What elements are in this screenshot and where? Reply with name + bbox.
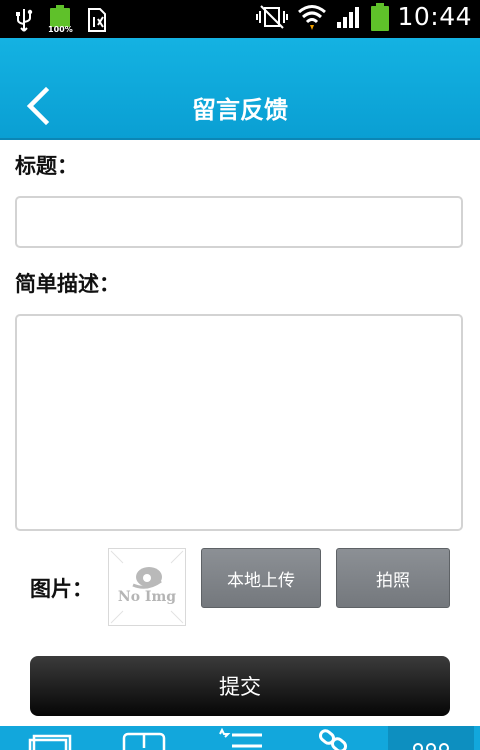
status-bar: 100% 10:44 [0,0,480,38]
usb-icon [16,9,33,32]
no-image-text: No Img [117,589,177,605]
status-time: 10:44 [397,2,472,31]
image-placeholder[interactable]: No Img [108,548,186,626]
title-label: 标题： [15,154,78,178]
status-left-icons: 100% [14,5,108,35]
link-icon[interactable] [314,726,354,750]
upload-local-button[interactable]: 本地上传 [201,548,321,608]
more-icon [413,743,449,750]
battery-icon [371,2,390,31]
cards-icon[interactable] [28,726,72,750]
nfc-vibrate-icon [256,4,289,29]
download-icon[interactable] [122,726,166,750]
status-right-icons: 10:44 [255,2,472,31]
description-textarea[interactable] [15,314,463,531]
sim-icon [88,8,106,32]
app-header: 留言反馈 [0,38,480,140]
bottom-nav [0,726,480,750]
image-label: 图片： [30,577,93,601]
no-image-icon [110,550,184,624]
signal-icon [337,6,360,28]
description-label: 简单描述： [15,272,120,296]
more-tab[interactable] [388,726,474,750]
battery-percent-label: 100% [48,25,73,34]
list-star-icon[interactable] [216,726,264,750]
battery-full-icon: 100% [48,5,73,35]
page-title: 留言反馈 [192,96,288,124]
submit-button[interactable]: 提交 [30,656,450,716]
take-photo-button[interactable]: 拍照 [336,548,450,608]
title-input[interactable] [15,196,463,248]
wifi-icon [298,4,327,30]
